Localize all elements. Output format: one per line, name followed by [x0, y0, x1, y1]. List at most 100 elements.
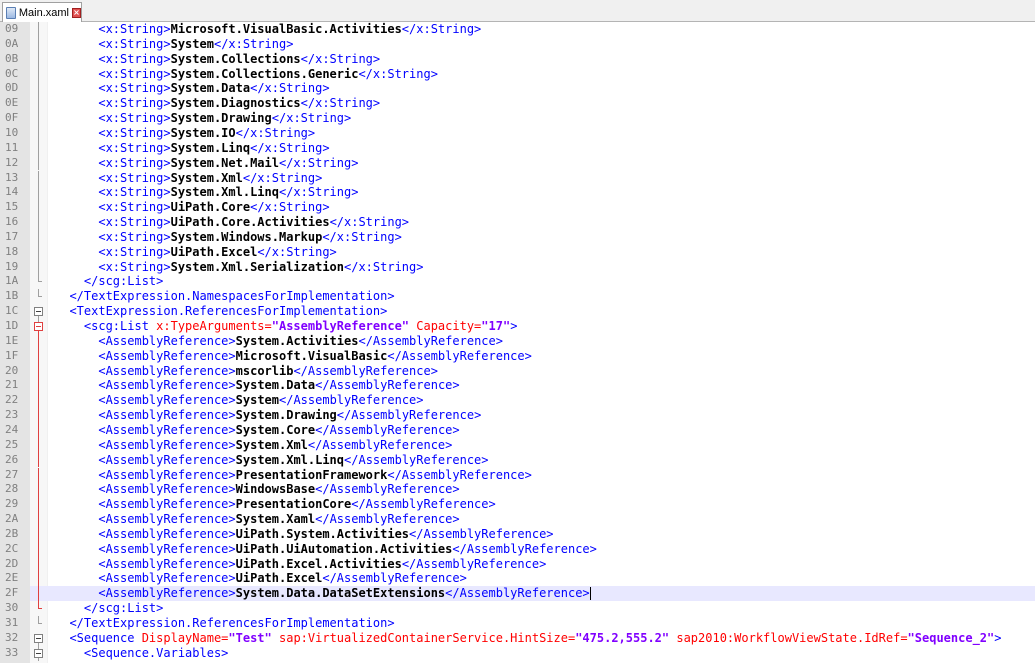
code-line[interactable]: 20 <AssemblyReference>mscorlib</Assembly…	[0, 363, 1035, 379]
code-text[interactable]: <AssemblyReference>System.Activities</As…	[55, 334, 1035, 349]
code-text[interactable]: <x:String>System.Net.Mail</x:String>	[55, 156, 1035, 171]
code-text[interactable]: </TextExpression.ReferencesForImplementa…	[55, 616, 1035, 631]
code-text[interactable]: <AssemblyReference>System.Xaml</Assembly…	[55, 512, 1035, 527]
code-text[interactable]: <AssemblyReference>System.Data.DataSetEx…	[55, 586, 1035, 601]
code-line[interactable]: 1D <scg:List x:TypeArguments="AssemblyRe…	[0, 319, 1035, 334]
code-text[interactable]: <AssemblyReference>System.Core</Assembly…	[55, 423, 1035, 438]
code-line[interactable]: 21 <AssemblyReference>System.Data</Assem…	[0, 378, 1035, 394]
code-line[interactable]: 15 <x:String>UiPath.Core</x:String>	[0, 200, 1035, 216]
code-line[interactable]: 0A <x:String>System</x:String>	[0, 36, 1035, 52]
code-line[interactable]: 1B </TextExpression.NamespacesForImpleme…	[0, 289, 1035, 305]
xml-tag: </AssemblyReference>	[293, 363, 438, 378]
code-text[interactable]: <AssemblyReference>System</AssemblyRefer…	[55, 393, 1035, 408]
code-text[interactable]: <AssemblyReference>System.Xml</AssemblyR…	[55, 438, 1035, 453]
code-line[interactable]: 11 <x:String>System.Linq</x:String>	[0, 140, 1035, 156]
xml-content: WindowsBase	[235, 482, 316, 497]
code-line[interactable]: 28 <AssemblyReference>WindowsBase</Assem…	[0, 482, 1035, 498]
code-text[interactable]: </scg:List>	[55, 274, 1035, 289]
code-text[interactable]: <AssemblyReference>System.Data</Assembly…	[55, 378, 1035, 393]
code-line[interactable]: 2B <AssemblyReference>UiPath.System.Acti…	[0, 526, 1035, 542]
code-line[interactable]: 1E <AssemblyReference>System.Activities<…	[0, 333, 1035, 349]
code-line[interactable]: 2F <AssemblyReference>System.Data.DataSe…	[0, 586, 1035, 602]
code-line[interactable]: 30 </scg:List>	[0, 601, 1035, 616]
code-text[interactable]: <x:String>System.Drawing</x:String>	[55, 111, 1035, 126]
fold-toggle-icon[interactable]	[30, 645, 47, 661]
code-text[interactable]: <x:String>System.IO</x:String>	[55, 126, 1035, 141]
code-line[interactable]: 26 <AssemblyReference>System.Xml.Linq</A…	[0, 452, 1035, 468]
code-line[interactable]: 19 <x:String>System.Xml.Serialization</x…	[0, 259, 1035, 275]
code-line[interactable]: 2D <AssemblyReference>UiPath.Excel.Activ…	[0, 556, 1035, 572]
code-line[interactable]: 12 <x:String>System.Net.Mail</x:String>	[0, 155, 1035, 171]
code-line[interactable]: 22 <AssemblyReference>System</AssemblyRe…	[0, 393, 1035, 409]
code-text[interactable]: <AssemblyReference>System.Xml.Linq</Asse…	[55, 453, 1035, 468]
code-line[interactable]: 1F <AssemblyReference>Microsoft.VisualBa…	[0, 348, 1035, 364]
code-text[interactable]: <x:String>System.Linq</x:String>	[55, 141, 1035, 156]
close-icon[interactable]: ×	[72, 7, 81, 18]
code-text[interactable]: <x:String>System.Diagnostics</x:String>	[55, 96, 1035, 111]
code-text[interactable]: <x:String>System.Xml.Linq</x:String>	[55, 185, 1035, 200]
fold-toggle-icon[interactable]	[30, 319, 47, 334]
code-line[interactable]: 33 <Sequence.Variables>	[0, 645, 1035, 661]
code-line[interactable]: 09 <x:String>Microsoft.VisualBasic.Activ…	[0, 22, 1035, 37]
code-line[interactable]: 32 <Sequence DisplayName="Test" sap:Virt…	[0, 630, 1035, 646]
code-line[interactable]: 31 </TextExpression.ReferencesForImpleme…	[0, 616, 1035, 631]
code-line[interactable]: 13 <x:String>System.Xml</x:String>	[0, 170, 1035, 186]
code-line[interactable]: 24 <AssemblyReference>System.Core</Assem…	[0, 422, 1035, 438]
code-text[interactable]: <x:String>UiPath.Core.Activities</x:Stri…	[55, 215, 1035, 230]
code-text[interactable]: <AssemblyReference>PresentationCore</Ass…	[55, 497, 1035, 512]
code-line[interactable]: 18 <x:String>UiPath.Excel</x:String>	[0, 244, 1035, 260]
code-text[interactable]: <AssemblyReference>UiPath.UiAutomation.A…	[55, 542, 1035, 557]
code-line[interactable]: 29 <AssemblyReference>PresentationCore</…	[0, 497, 1035, 513]
code-text[interactable]: <Sequence.Variables>	[55, 646, 1035, 661]
code-line[interactable]: 1A </scg:List>	[0, 274, 1035, 290]
code-line[interactable]: 10 <x:String>System.IO</x:String>	[0, 125, 1035, 141]
code-line[interactable]: 0B <x:String>System.Collections</x:Strin…	[0, 51, 1035, 67]
code-text[interactable]: </TextExpression.NamespacesForImplementa…	[55, 289, 1035, 304]
code-text[interactable]: <x:String>UiPath.Core</x:String>	[55, 200, 1035, 215]
xml-tag: </AssemblyReference>	[307, 437, 453, 452]
code-text[interactable]: <AssemblyReference>UiPath.Excel</Assembl…	[55, 571, 1035, 586]
code-text[interactable]: <AssemblyReference>UiPath.System.Activit…	[55, 527, 1035, 542]
code-line[interactable]: 2A <AssemblyReference>System.Xaml</Assem…	[0, 512, 1035, 527]
fold-toggle-icon[interactable]	[30, 631, 47, 646]
xml-tag: </AssemblyReference>	[358, 333, 503, 348]
code-text[interactable]: <x:String>System.Data</x:String>	[55, 81, 1035, 96]
code-text[interactable]: <scg:List x:TypeArguments="AssemblyRefer…	[55, 319, 1035, 334]
code-line[interactable]: 2C <AssemblyReference>UiPath.UiAutomatio…	[0, 541, 1035, 557]
code-text[interactable]: <x:String>System.Xml.Serialization</x:St…	[55, 260, 1035, 275]
code-text[interactable]: <x:String>UiPath.Excel</x:String>	[55, 245, 1035, 260]
code-line[interactable]: 2E <AssemblyReference>UiPath.Excel</Asse…	[0, 571, 1035, 587]
xml-tag: </AssemblyReference>	[322, 571, 467, 586]
code-text[interactable]: <x:String>System.Windows.Markup</x:Strin…	[55, 230, 1035, 245]
code-text[interactable]: <AssemblyReference>System.Drawing</Assem…	[55, 408, 1035, 423]
code-line[interactable]: 27 <AssemblyReference>PresentationFramew…	[0, 467, 1035, 483]
code-text[interactable]: <x:String>Microsoft.VisualBasic.Activiti…	[55, 22, 1035, 37]
code-text[interactable]: <AssemblyReference>PresentationFramework…	[55, 468, 1035, 483]
fold-toggle-icon[interactable]	[30, 304, 47, 319]
code-text[interactable]: <AssemblyReference>UiPath.Excel.Activiti…	[55, 557, 1035, 572]
code-text[interactable]: <AssemblyReference>Microsoft.VisualBasic…	[55, 349, 1035, 364]
code-line[interactable]: 1C <TextExpression.ReferencesForImplemen…	[0, 304, 1035, 319]
code-text[interactable]: <AssemblyReference>mscorlib</AssemblyRef…	[55, 364, 1035, 379]
code-editor[interactable]: 09 <x:String>Microsoft.VisualBasic.Activ…	[0, 22, 1035, 663]
code-text[interactable]: <AssemblyReference>WindowsBase</Assembly…	[55, 482, 1035, 497]
code-line[interactable]: 17 <x:String>System.Windows.Markup</x:St…	[0, 229, 1035, 245]
code-line[interactable]: 0D <x:String>System.Data</x:String>	[0, 81, 1035, 97]
code-text[interactable]: <Sequence DisplayName="Test" sap:Virtual…	[55, 631, 1035, 646]
code-line[interactable]: 23 <AssemblyReference>System.Drawing</As…	[0, 408, 1035, 423]
code-line[interactable]: 16 <x:String>UiPath.Core.Activities</x:S…	[0, 215, 1035, 230]
code-line[interactable]: 0E <x:String>System.Diagnostics</x:Strin…	[0, 96, 1035, 112]
code-line[interactable]: 0C <x:String>System.Collections.Generic<…	[0, 66, 1035, 82]
tab-main-xaml[interactable]: Main.xaml ×	[2, 2, 82, 22]
code-line[interactable]: 0F <x:String>System.Drawing</x:String>	[0, 111, 1035, 126]
code-line[interactable]: 14 <x:String>System.Xml.Linq</x:String>	[0, 185, 1035, 201]
code-text[interactable]: <x:String>System.Collections.Generic</x:…	[55, 67, 1035, 82]
code-text[interactable]: <x:String>System.Xml</x:String>	[55, 171, 1035, 186]
code-text[interactable]: <x:String>System</x:String>	[55, 37, 1035, 52]
code-line[interactable]: 25 <AssemblyReference>System.Xml</Assemb…	[0, 437, 1035, 453]
code-text[interactable]: <TextExpression.ReferencesForImplementat…	[55, 304, 1035, 319]
xml-content: UiPath.Excel	[235, 571, 323, 586]
code-text[interactable]: <x:String>System.Collections</x:String>	[55, 52, 1035, 67]
code-text[interactable]: </scg:List>	[55, 601, 1035, 616]
